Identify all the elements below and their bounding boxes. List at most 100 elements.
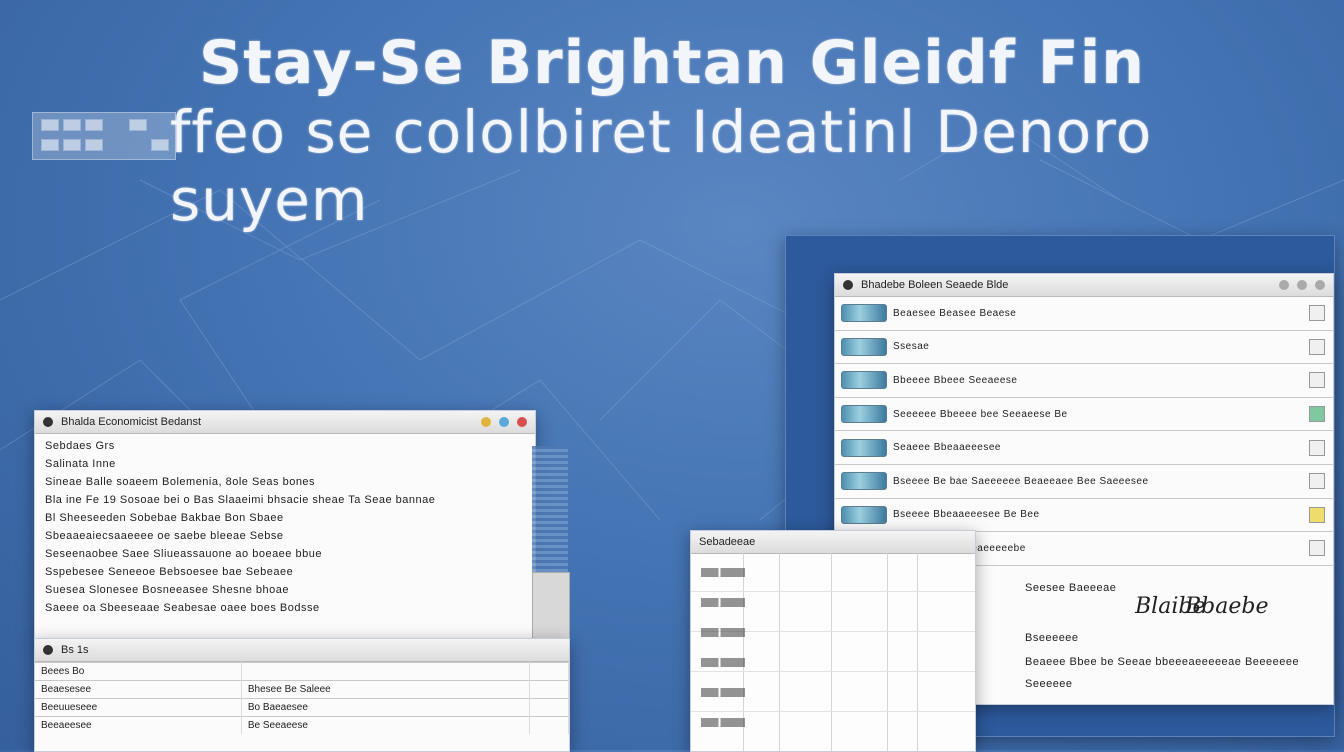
footer-line: Seeeeee (1025, 677, 1073, 690)
table-cell: Be Seeaeese (241, 716, 530, 734)
list-item-label: Seeeeee Bbeeee bee Seeaeese Be (893, 408, 1068, 420)
table-cell: Beeaeesee (35, 716, 242, 734)
list-item[interactable]: Seaeee Bbeaaeeesee (835, 431, 1333, 465)
list-item[interactable]: Bseeee Bbeaaeeesee Be Bee (835, 499, 1333, 533)
side-panel (532, 572, 570, 640)
thumbnail-icon (841, 371, 887, 390)
headline-line-2: ffeo se cololbiret Ideatinl Denoro suyem (170, 98, 1153, 234)
list-item[interactable]: Beaesee Beasee Beaese (835, 297, 1333, 331)
thumbnail-icon (841, 505, 887, 524)
cell-content (701, 628, 745, 637)
table-cell (529, 698, 569, 717)
doc-line: Suesea Slonesee Bosneeasee Shesne bhoae (45, 584, 289, 596)
minimize-icon[interactable] (1279, 280, 1289, 290)
grid-row-line (691, 591, 975, 592)
side-strip (532, 446, 568, 572)
row-checkbox[interactable] (1309, 406, 1325, 423)
left-window-titlebar: Bhalda Economicist Bedanst (35, 411, 535, 434)
thumbnail-icon (841, 405, 887, 424)
doc-line: Salinata Inne (45, 458, 116, 470)
row-checkbox[interactable] (1309, 506, 1325, 523)
row-checkbox[interactable] (1309, 439, 1325, 456)
cell-content (701, 598, 745, 607)
right-window-titlebar: Bhadebe Boleen Seaede Blde (835, 274, 1333, 297)
close-icon[interactable] (1315, 280, 1325, 290)
left-spreadsheet-window: Bs 1s Beees Bo Beaesesee Bhesee Be Salee… (34, 638, 570, 752)
list-item-label: Bseeee Be bae Saeeeeee Beaeeaee Bee Saee… (893, 475, 1149, 487)
toolbar-icon (41, 119, 59, 131)
middle-window-title: Sebadeeae (699, 536, 756, 548)
doc-line: Bla ine Fe 19 Sosoae bei o Bas Slaaeimi … (45, 494, 436, 506)
table-cell (529, 680, 569, 699)
signature: Bbaebe (1185, 593, 1269, 619)
list-item[interactable]: Bbeeee Bbeee Seeaeese (835, 364, 1333, 398)
headline-line-1: Stay-Se Brightan Gleidf Fin (199, 28, 1145, 98)
row-checkbox[interactable] (1309, 473, 1325, 490)
cell-content (701, 688, 745, 697)
list-item-label: Beaesee Beasee Beaese (893, 307, 1017, 319)
zoom-icon[interactable] (499, 417, 509, 427)
table-row[interactable]: Beaesesee Bhesee Be Saleee (35, 680, 569, 699)
zoom-icon[interactable] (1297, 280, 1307, 290)
app-icon (43, 417, 53, 427)
list-item[interactable]: Seeeeee Bbeeee bee Seeaeese Be (835, 398, 1333, 432)
table-row[interactable]: Beees Bo (35, 662, 569, 681)
table-cell: Beaesesee (35, 680, 242, 699)
doc-line: Sbeaaeaiecsaaeeee oe saebe bleeae Sebse (45, 530, 284, 542)
table-cell: Bo Baeaesee (241, 698, 530, 717)
table-row[interactable]: Beeuueseee Bo Baeaesee (35, 698, 569, 717)
doc-line: Sspebesee Seneeoe Bebsoesee bae Sebeaee (45, 566, 294, 578)
footer-line: Bseeeeee (1025, 631, 1079, 644)
grid-column-line (779, 553, 780, 751)
row-checkbox[interactable] (1309, 305, 1325, 322)
row-checkbox[interactable] (1309, 372, 1325, 389)
grid-column-line (831, 553, 832, 751)
left-window-subtitle: Sebdaes Grs (45, 440, 115, 452)
list-item[interactable]: Bseeee Be bae Saeeeeee Beaeeaee Bee Saee… (835, 465, 1333, 499)
toolbar-icon (85, 119, 103, 131)
table-cell: Beees Bo (35, 662, 242, 681)
doc-line: Seseenaobee Saee Sliueassauone ao boeaee… (45, 548, 322, 560)
thumbnail-icon (841, 304, 887, 323)
row-checkbox[interactable] (1309, 540, 1325, 557)
toolbar-icon (63, 119, 81, 131)
table-cell: Beeuueseee (35, 698, 242, 717)
list-item[interactable]: Ssesae (835, 331, 1333, 365)
grid-column-line (917, 553, 918, 751)
thumbnail-icon (841, 337, 887, 356)
right-window-title: Bhadebe Boleen Seaede Blde (861, 279, 1009, 291)
footer-line: Seesee Baeeeae (1025, 581, 1117, 594)
grid-row-line (691, 671, 975, 672)
toolbar-icon (85, 139, 103, 151)
footer-line: Beaeee Bbee be Seeae bbeeeaeeeeeae Beeee… (1025, 655, 1300, 668)
table-cell (529, 716, 569, 734)
spreadsheet-titlebar: Bs 1s (35, 639, 569, 662)
table-row[interactable]: Beeaeesee Be Seeaeese (35, 716, 569, 734)
doc-line: Sineae Balle soaeem Bolemenia, 8ole Seas… (45, 476, 316, 488)
cell-content (701, 718, 745, 727)
cell-content (701, 658, 745, 667)
spreadsheet-title: Bs 1s (61, 644, 89, 656)
table-cell (529, 662, 569, 681)
toolbar-icon (129, 119, 147, 131)
middle-spreadsheet-window: Sebadeeae (690, 530, 976, 752)
close-icon[interactable] (517, 417, 527, 427)
row-checkbox[interactable] (1309, 338, 1325, 355)
list-item-label: Seaeee Bbeaaeeesee (893, 442, 1001, 454)
list-item-label: Bseeee Bbeaaeeesee Be Bee (893, 509, 1040, 521)
list-item-label: Bbeeee Bbeee Seeaeese (893, 374, 1018, 386)
toolbar-icon (151, 139, 169, 151)
doc-line: Bl Sheeseeden Sobebae Bakbae Bon Sbaee (45, 512, 284, 524)
doc-line: Saeee oa Sbeeseaae Seabesae oaee boes Bo… (45, 602, 320, 614)
cell-content (701, 568, 745, 577)
minimize-icon[interactable] (481, 417, 491, 427)
thumbnail-icon (841, 472, 887, 491)
thumbnail-icon (841, 438, 887, 457)
left-window-title: Bhalda Economicist Bedanst (61, 416, 202, 428)
toolbar-icon (63, 139, 81, 151)
grid-row-line (691, 711, 975, 712)
mini-toolbar (32, 112, 176, 160)
grid-column-line (887, 553, 888, 751)
middle-window-titlebar: Sebadeeae (691, 531, 975, 554)
list-item-label: Ssesae (893, 341, 930, 353)
